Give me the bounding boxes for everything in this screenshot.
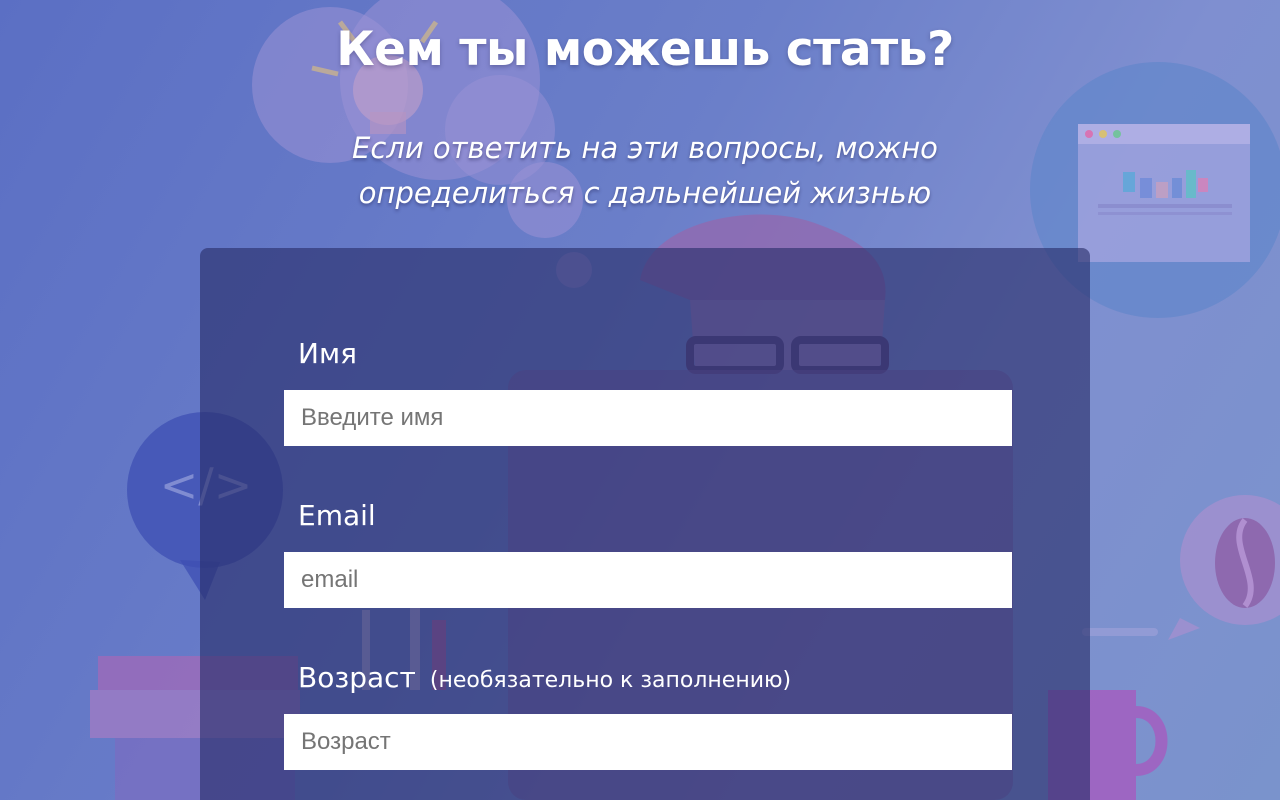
age-label-text: Возраст	[298, 661, 416, 694]
page-subtitle-line-2: определиться с дальнейшей жизнью	[358, 176, 932, 210]
coffee-bean-icon	[1168, 495, 1280, 640]
email-label: Email	[298, 499, 376, 532]
page-subtitle-line-1: Если ответить на эти вопросы, можно	[352, 131, 938, 165]
email-input[interactable]	[284, 552, 1012, 608]
age-optional-hint: (необязательно к заполнению)	[429, 668, 792, 693]
name-label: Имя	[298, 337, 357, 370]
name-input[interactable]	[284, 390, 1012, 446]
page-subtitle: Если ответить на эти вопросы, можно опре…	[0, 126, 1280, 216]
age-input[interactable]	[284, 714, 1012, 770]
age-label: Возраст (необязательно к заполнению)	[298, 661, 791, 694]
page-title: Кем ты можешь стать?	[336, 22, 954, 77]
